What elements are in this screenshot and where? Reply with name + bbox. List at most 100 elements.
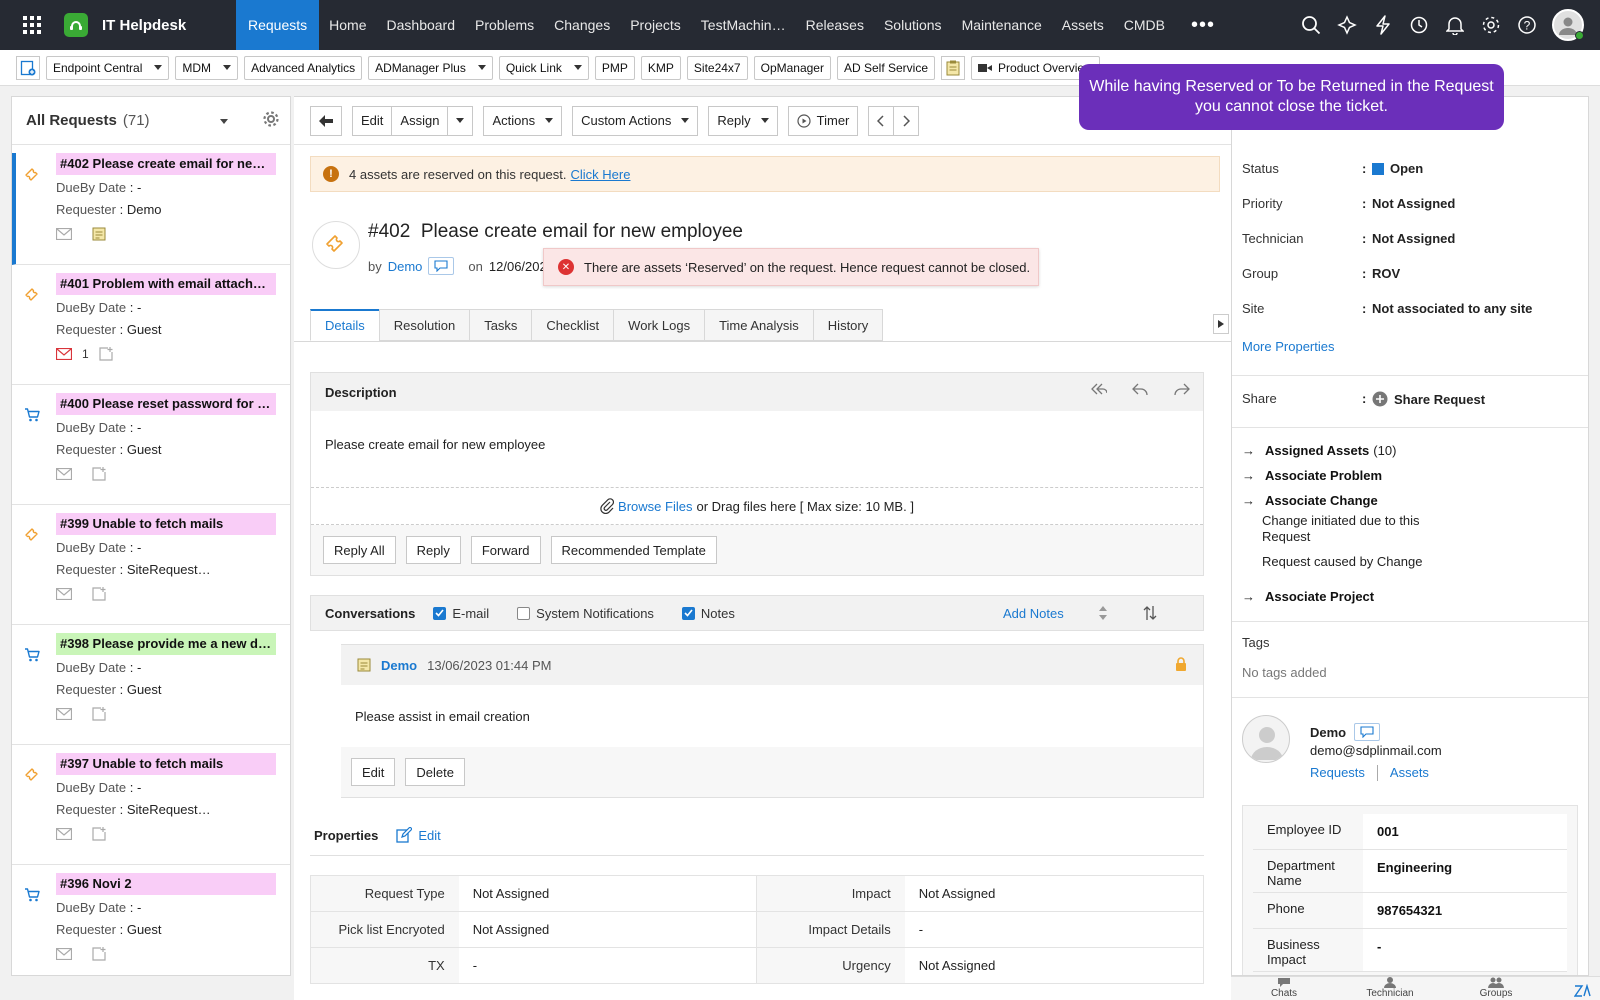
app-grid-icon[interactable] — [0, 0, 64, 50]
groups-button[interactable]: Groups — [1443, 977, 1549, 1000]
tab-scroll-right-icon[interactable] — [1213, 314, 1229, 334]
request-list-header[interactable]: All Requests (71) — [12, 97, 290, 145]
quicklink-quick-link[interactable]: Quick Link — [498, 55, 589, 80]
request-list-item[interactable]: #402 Please create email for new e… DueBy… — [12, 153, 290, 265]
add-note-icon[interactable] — [92, 587, 106, 601]
nav-problems[interactable]: Problems — [465, 0, 544, 50]
request-item-title[interactable]: #400 Please reset password for my… — [56, 393, 276, 415]
nav-projects[interactable]: Projects — [620, 0, 691, 50]
quicklink-advanced-analytics[interactable]: Advanced Analytics — [244, 55, 363, 80]
tab-time-analysis[interactable]: Time Analysis — [704, 309, 813, 341]
recommended-template-button[interactable]: Recommended Template — [550, 536, 717, 564]
requester-requests-link[interactable]: Requests — [1310, 765, 1365, 781]
add-note-icon[interactable] — [92, 827, 106, 841]
add-note-icon[interactable] — [92, 707, 106, 721]
tab-checklist[interactable]: Checklist — [531, 309, 614, 341]
history-icon[interactable] — [1408, 14, 1430, 36]
add-note-icon[interactable] — [99, 347, 113, 361]
actions-dropdown[interactable]: Actions — [483, 105, 563, 136]
edit-button[interactable]: Edit — [352, 105, 393, 136]
settings-gear-icon[interactable] — [1480, 14, 1502, 36]
nav-cmdb[interactable]: CMDB — [1114, 0, 1175, 50]
quicklink-mdm[interactable]: MDM — [175, 55, 239, 80]
tab-tasks[interactable]: Tasks — [469, 309, 532, 341]
request-item-title[interactable]: #401 Problem with email attachme… — [56, 273, 276, 295]
add-notes-link[interactable]: Add Notes — [1003, 606, 1064, 621]
email-icon[interactable] — [56, 228, 72, 240]
quicklink-site24x7[interactable]: Site24x7 — [686, 55, 748, 80]
email-icon[interactable] — [56, 948, 72, 960]
nav-assets[interactable]: Assets — [1052, 0, 1114, 50]
add-quicklink-icon[interactable] — [16, 55, 40, 80]
group-value[interactable]: ROV — [1372, 266, 1400, 281]
previous-request-button[interactable] — [868, 105, 895, 136]
clipboard-icon[interactable] — [941, 55, 966, 80]
tab-resolution[interactable]: Resolution — [378, 309, 470, 341]
associate-change-link[interactable]: → Associate Change — [1242, 493, 1378, 508]
expand-collapse-icon[interactable] — [1098, 606, 1108, 620]
user-avatar[interactable] — [1552, 9, 1584, 41]
note-delete-button[interactable]: Delete — [405, 758, 465, 786]
system-notifications-checkbox[interactable]: System Notifications — [517, 606, 654, 621]
associate-project-link[interactable]: → Associate Project — [1242, 589, 1374, 604]
nav-more-icon[interactable]: ••• — [1175, 0, 1231, 50]
email-icon[interactable] — [56, 708, 72, 720]
add-note-icon[interactable] — [92, 947, 106, 961]
back-button[interactable] — [310, 105, 342, 136]
sort-order-icon[interactable] — [1143, 605, 1157, 621]
reply-icon[interactable] — [1131, 382, 1149, 396]
technician-button[interactable]: Technician — [1337, 977, 1443, 1000]
reply-all-icon[interactable] — [1089, 382, 1107, 396]
site-value[interactable]: Not associated to any site — [1372, 301, 1532, 316]
request-caused-by-change-link[interactable]: Request caused by Change — [1262, 554, 1422, 570]
assign-dropdown-button[interactable] — [448, 105, 474, 136]
nav-home[interactable]: Home — [319, 0, 376, 50]
chats-button[interactable]: Chats — [1231, 977, 1337, 1000]
priority-value[interactable]: Not Assigned — [1372, 196, 1455, 211]
browse-files-link[interactable]: Browse Files — [618, 499, 692, 514]
email-filter-checkbox[interactable]: E-mail — [433, 606, 489, 621]
nav-changes[interactable]: Changes — [544, 0, 620, 50]
email-icon[interactable] — [56, 468, 72, 480]
zia-assistant-icon[interactable] — [1574, 984, 1592, 998]
email-icon[interactable] — [56, 588, 72, 600]
email-icon[interactable] — [56, 828, 72, 840]
request-list-item[interactable]: #397 Unable to fetch mails DueBy Date : -… — [12, 753, 290, 865]
request-list-item[interactable]: #401 Problem with email attachme… DueBy D… — [12, 273, 290, 385]
quick-create-icon[interactable] — [1336, 14, 1358, 36]
request-item-title[interactable]: #398 Please provide me a new des… — [56, 633, 276, 655]
more-properties-link[interactable]: More Properties — [1242, 339, 1334, 354]
quicklink-ad-self-service[interactable]: AD Self Service — [836, 55, 936, 80]
chevron-down-icon[interactable] — [220, 119, 228, 124]
request-item-title[interactable]: #399 Unable to fetch mails — [56, 513, 276, 535]
forward-icon[interactable] — [1173, 382, 1191, 396]
status-value[interactable]: Open — [1372, 161, 1423, 176]
quicklink-endpoint-central[interactable]: Endpoint Central — [46, 55, 170, 80]
request-list-item[interactable]: #399 Unable to fetch mails DueBy Date : -… — [12, 513, 290, 625]
share-request-button[interactable]: Share Request — [1372, 391, 1485, 407]
search-icon[interactable] — [1300, 14, 1322, 36]
chat-icon[interactable] — [428, 257, 455, 275]
quicklink-opmanager[interactable]: OpManager — [753, 55, 831, 80]
quicklink-admanager-plus[interactable]: ADManager Plus — [368, 55, 493, 80]
click-here-link[interactable]: Click Here — [571, 167, 631, 182]
reply-button[interactable]: Reply — [405, 536, 461, 564]
nav-dashboard[interactable]: Dashboard — [377, 0, 466, 50]
note-edit-button[interactable]: Edit — [351, 758, 396, 786]
file-drop-zone[interactable]: Browse Files or Drag files here [ Max si… — [311, 487, 1203, 525]
notification-bell-icon[interactable] — [1444, 14, 1466, 36]
requester-link[interactable]: Demo — [388, 259, 423, 274]
reply-all-button[interactable]: Reply All — [323, 536, 396, 564]
list-settings-gear-icon[interactable] — [262, 110, 280, 128]
quicklink-pmp[interactable]: PMP — [594, 55, 635, 80]
add-note-icon[interactable] — [92, 467, 106, 481]
help-icon[interactable]: ? — [1516, 14, 1538, 36]
tab-history[interactable]: History — [812, 309, 884, 341]
request-item-title[interactable]: #397 Unable to fetch mails — [56, 753, 276, 775]
request-item-title[interactable]: #402 Please create email for new e… — [56, 153, 276, 175]
email-icon[interactable] — [56, 348, 72, 360]
request-item-title[interactable]: #396 Novi 2 — [56, 873, 276, 895]
next-request-button[interactable] — [894, 105, 920, 136]
nav-testmachine[interactable]: TestMachin… — [691, 0, 796, 50]
notes-filter-checkbox[interactable]: Notes — [681, 606, 735, 621]
